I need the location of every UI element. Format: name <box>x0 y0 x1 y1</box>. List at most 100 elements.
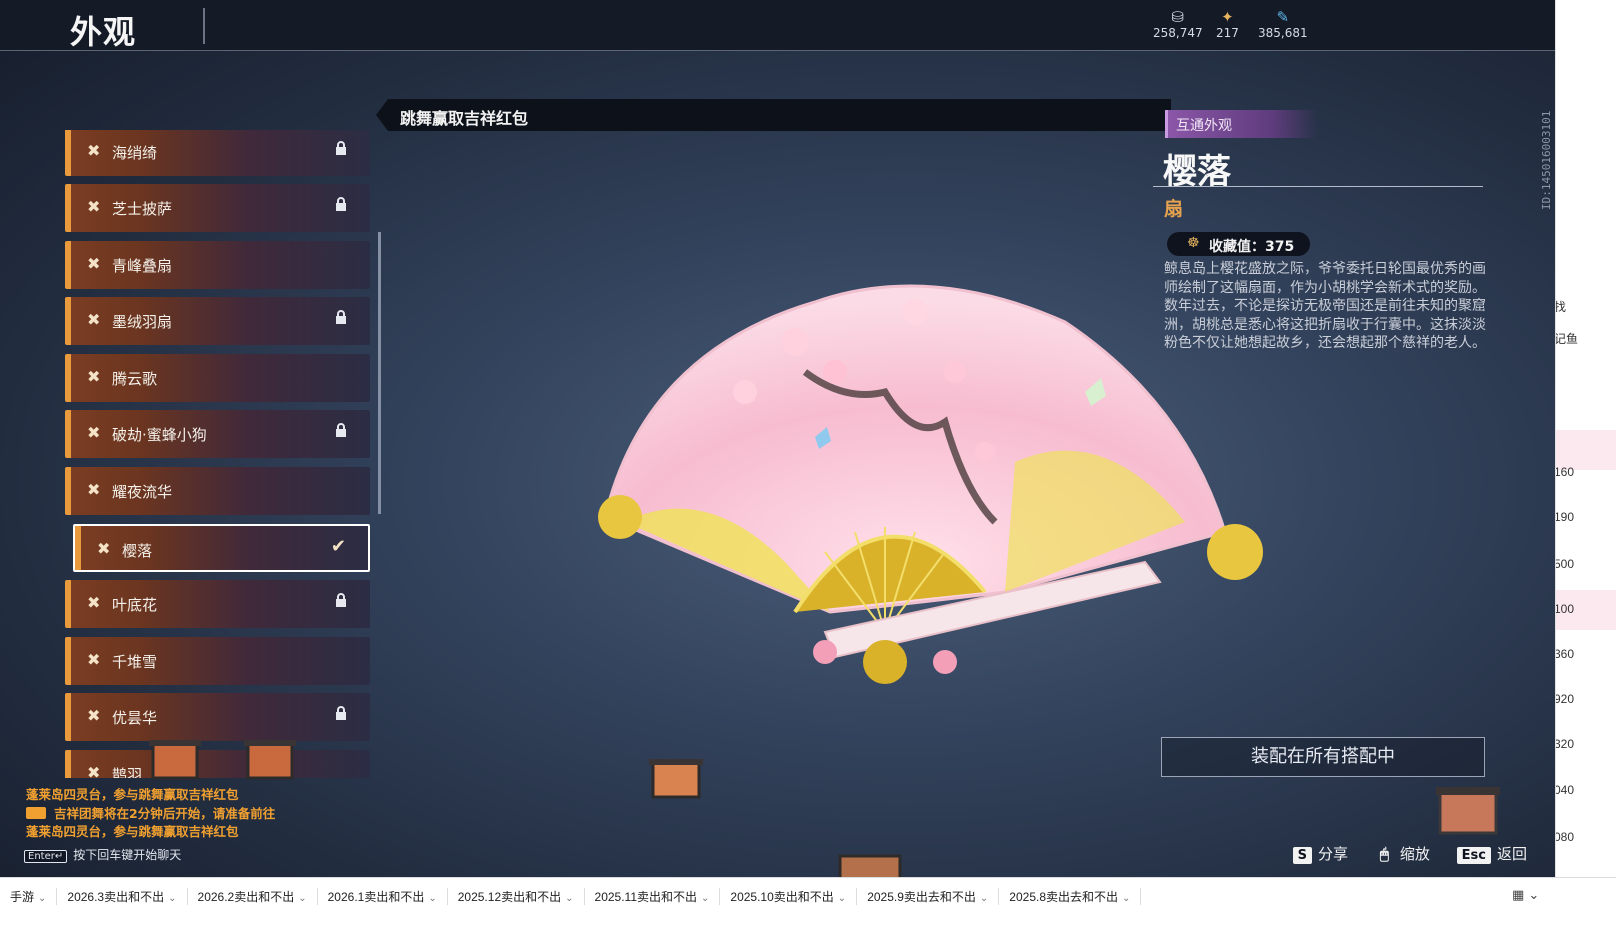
background-text: 找 <box>1555 300 1567 314</box>
top-bar: 外观 ⛁ 258,747 ✦ 217 ✎ 385,681 <box>0 0 1555 51</box>
item-description: 鲸息岛上樱花盛放之际，爷爷委托日轮国最优秀的画师绘制了这幅扇面，作为小胡桃学会新… <box>1164 260 1494 353</box>
lantern-decoration <box>1436 787 1500 835</box>
background-text: 160 <box>1555 465 1575 479</box>
sheet-tabs: 手游 ⌄ 2026.3卖出和不出 ⌄ 2026.2卖出和不出 ⌄ 2026.1卖出和不出 ⌄ 2… <box>0 888 1142 905</box>
equip-all-button[interactable]: 装配在所有搭配中 <box>1161 737 1485 777</box>
chevron-down-icon: ⌄ <box>837 893 847 904</box>
background-text: 500 <box>1555 557 1575 571</box>
list-item[interactable]: ✖ 优昙华 <box>65 693 370 741</box>
background-window-edge: 找记鱼 160 190 500 100 360 920 320 040 080 <box>1555 0 1616 877</box>
sheet-tab[interactable]: 2026.3卖出和不出 ⌄ <box>57 888 188 905</box>
currency-tickets: ✦ 217 <box>1216 8 1239 40</box>
list-item-label: 千堆雪 <box>112 653 158 671</box>
game-viewport[interactable]: 外观 ⛁ 258,747 ✦ 217 ✎ 385,681 跳舞赢取吉祥红包 ✖ 海… <box>0 0 1555 877</box>
chevron-down-icon: ⌄ <box>298 893 307 904</box>
event-banner-text: 跳舞赢取吉祥红包 <box>400 109 529 128</box>
fan-category-icon: ✖ <box>87 706 101 725</box>
list-item-label: 鹊羽 <box>112 766 143 778</box>
fan-category-icon: ✖ <box>87 197 101 216</box>
lock-icon <box>336 197 346 211</box>
lock-icon <box>336 141 346 155</box>
item-type: 扇 <box>1164 198 1184 220</box>
event-banner: 跳舞赢取吉祥红包 <box>376 99 1171 131</box>
sheet-tab[interactable]: 2025.8卖出去和不出 ⌄ <box>999 888 1142 905</box>
sheet-tab[interactable]: 2025.12卖出和不出 ⌄ <box>448 888 585 905</box>
fan-category-icon: ✖ <box>87 480 101 499</box>
list-item[interactable]: ✖ 耀夜流华 <box>65 467 370 515</box>
page-title: 外观 <box>70 13 137 51</box>
list-item-label: 耀夜流华 <box>112 483 173 501</box>
collection-icon: ☸ <box>1187 235 1200 251</box>
feather-icon: ✎ <box>1276 8 1290 26</box>
background-text: 100 <box>1555 602 1575 616</box>
list-item[interactable]: ✖ 青峰叠扇 <box>65 241 370 289</box>
lock-icon <box>336 310 346 324</box>
background-text: 040 <box>1555 783 1575 797</box>
lock-icon <box>336 593 346 607</box>
collection-value-badge: ☸ 收藏值：375 <box>1167 232 1310 256</box>
lantern-decoration <box>649 759 703 799</box>
mouse-icon: 🖱 <box>1379 845 1389 863</box>
chevron-down-icon: ⌄ <box>168 893 177 904</box>
list-item-label: 叶底花 <box>112 596 158 614</box>
list-item-label: 腾云歌 <box>112 370 158 388</box>
list-item[interactable]: ✖ 樱落 ✔ <box>73 524 370 572</box>
list-item[interactable]: ✖ 千堆雪 <box>65 637 370 685</box>
sheet-tab[interactable]: 2025.9卖出去和不出 ⌄ <box>857 888 1000 905</box>
spreadsheet-tab-bar: 手游 ⌄ 2026.3卖出和不出 ⌄ 2026.2卖出和不出 ⌄ 2026.1卖出和不出 ⌄ 2… <box>0 877 1616 940</box>
sheet-tab[interactable]: 2025.10卖出和不出 ⌄ <box>720 888 858 905</box>
lantern-decoration <box>149 740 201 780</box>
list-item[interactable]: ✖ 腾云歌 <box>65 354 370 402</box>
list-scrollbar[interactable] <box>378 232 381 514</box>
sheet-tab[interactable]: 2026.1卖出和不出 ⌄ <box>318 888 448 905</box>
background-text: 记鱼 <box>1555 332 1579 346</box>
fan-category-icon: ✖ <box>87 141 101 160</box>
description-paragraph: 鲸息岛上樱花盛放之际，爷爷委托日轮国最优秀的画师绘制了这幅扇面，作为小胡桃学会新… <box>1164 261 1486 296</box>
coin-stack-icon: ⛁ <box>1171 8 1185 26</box>
gold-ticket-icon: ✦ <box>1221 8 1234 26</box>
list-item[interactable]: ✖ 破劫·蜜蜂小狗 <box>65 410 370 458</box>
grid-icon[interactable]: ▦ ⌄ <box>1512 888 1539 903</box>
back-hint[interactable]: Esc 返回 <box>1456 843 1527 864</box>
list-item[interactable]: ✖ 海绡绮 <box>65 130 370 176</box>
sheet-tab[interactable]: 2025.11卖出和不出 ⌄ <box>585 888 721 905</box>
fan-category-icon: ✖ <box>87 254 101 273</box>
shared-appearance-tag: 互通外观 <box>1165 110 1318 138</box>
lock-icon <box>336 706 346 720</box>
list-item[interactable]: ✖ 芝士披萨 <box>65 184 370 232</box>
list-item-label: 优昙华 <box>112 709 158 727</box>
title-divider <box>203 8 205 44</box>
list-item-label: 芝士披萨 <box>112 200 173 218</box>
sheet-tab[interactable]: 2026.2卖出和不出 ⌄ <box>188 888 318 905</box>
enter-key-icon: Enter↵ <box>24 850 68 863</box>
list-item-label: 樱落 <box>122 542 153 560</box>
chevron-down-icon: ⌄ <box>38 893 47 904</box>
list-item[interactable]: ✖ 鹊羽 <box>65 750 370 778</box>
lock-icon <box>336 423 346 437</box>
chevron-down-icon: ⌄ <box>1122 893 1131 904</box>
currency-coins: ⛁ 258,747 <box>1153 8 1203 40</box>
zoom-hint[interactable]: 🖱 缩放 <box>1375 843 1430 864</box>
fan-category-icon: ✖ <box>87 763 101 778</box>
sheet-tab[interactable]: 手游 ⌄ <box>0 888 58 905</box>
list-item-label: 青峰叠扇 <box>112 257 173 275</box>
fan-category-icon: ✖ <box>97 539 111 558</box>
name-divider <box>1153 186 1483 187</box>
fan-category-icon: ✖ <box>87 310 101 329</box>
list-item-label: 墨绒羽扇 <box>112 313 173 331</box>
list-item[interactable]: ✖ 叶底花 <box>65 580 370 628</box>
appearance-list[interactable]: ✖ 海绡绮 ✖ 芝士披萨 ✖ 青峰叠扇 ✖ 墨绒羽扇 ✖ 腾云歌 ✖ 破劫·蜜蜂小狗 ✖ 耀夜流华 ✖ 樱落 ✔… <box>65 130 375 778</box>
lantern-decoration <box>838 854 902 877</box>
chevron-down-icon: ⌄ <box>565 893 574 904</box>
lantern-decoration <box>244 740 296 780</box>
check-icon: ✔ <box>330 536 346 557</box>
fan-category-icon: ✖ <box>87 650 101 669</box>
chat-message: 吉祥团舞将在2分钟后开始，请准备前往 <box>26 805 275 824</box>
list-item[interactable]: ✖ 墨绒羽扇 <box>65 297 370 345</box>
chat-message: 蓬莱岛四灵台，参与跳舞赢取吉祥红包 <box>26 824 239 839</box>
chat-hint[interactable]: Enter↵ 按下回车键开始聊天 <box>24 846 181 863</box>
share-hint[interactable]: S 分享 <box>1292 843 1348 864</box>
chat-log: 蓬莱岛四灵台，参与跳舞赢取吉祥红包 吉祥团舞将在2分钟后开始，请准备前往 蓬莱岛… <box>26 786 275 842</box>
notice-icon <box>26 806 46 819</box>
fan-category-icon: ✖ <box>87 593 101 612</box>
